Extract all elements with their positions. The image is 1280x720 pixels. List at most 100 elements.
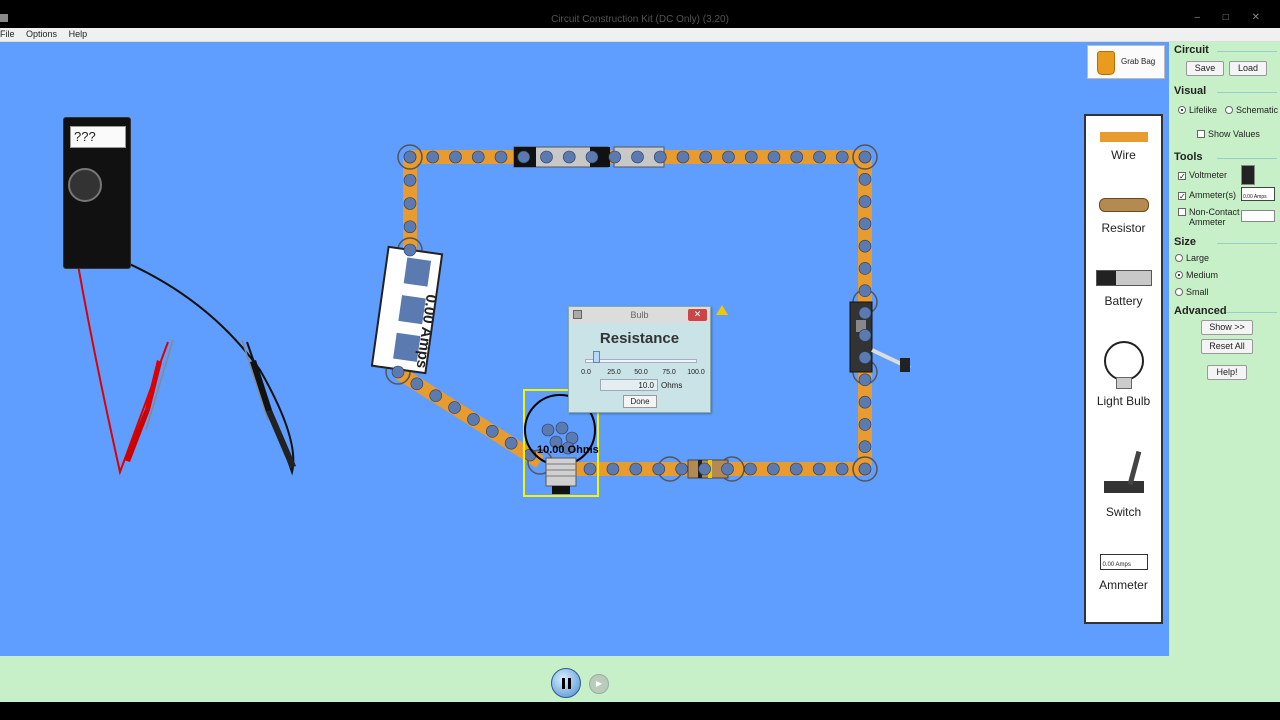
checkbox-icon [1197, 130, 1205, 138]
lifelike-label: Lifelike [1189, 105, 1218, 115]
reset-all-button[interactable]: Reset All [1201, 339, 1253, 354]
size-small-radio[interactable]: Small [1175, 287, 1209, 297]
resistance-slider-track[interactable] [585, 359, 697, 363]
menu-options[interactable]: Options [26, 28, 57, 41]
resistor-icon [1098, 198, 1149, 212]
menu-help[interactable]: Help [69, 28, 88, 41]
noncontact-checkbox[interactable]: Non-Contact Ammeter [1178, 207, 1240, 227]
dialog-title-bar[interactable]: Bulb ✕ [569, 307, 710, 323]
noncontact-thumb-icon [1241, 210, 1275, 222]
electron [675, 462, 688, 476]
show-advanced-button[interactable]: Show >> [1201, 320, 1253, 335]
schematic-label: Schematic [1236, 105, 1279, 115]
voltmeter-checkbox[interactable]: ✓ Voltmeter [1178, 170, 1228, 181]
toolbox-battery[interactable]: Battery [1086, 268, 1161, 308]
size-medium-label: Medium [1186, 270, 1219, 280]
toolbox-switch-label: Switch [1105, 505, 1142, 519]
electron [485, 424, 499, 438]
electron [858, 373, 872, 387]
toolbox-light-bulb-label: Light Bulb [1096, 394, 1151, 408]
electron [699, 150, 713, 164]
done-button[interactable]: Done [623, 395, 657, 408]
electron [858, 172, 872, 186]
pause-button[interactable] [551, 668, 581, 698]
electron [767, 462, 780, 476]
step-button[interactable]: ▶ [589, 674, 609, 694]
electron [744, 150, 758, 164]
electron [858, 328, 872, 342]
dialog-close-button[interactable]: ✕ [688, 309, 707, 321]
resistance-slider-thumb[interactable] [593, 351, 601, 363]
size-medium-radio[interactable]: Medium [1175, 270, 1218, 280]
electron [790, 150, 804, 164]
menu-file[interactable]: File [0, 28, 15, 41]
checkbox-icon [1178, 208, 1186, 216]
electron [403, 197, 417, 210]
save-button[interactable]: Save [1186, 61, 1224, 76]
grab-bag-button[interactable]: Grab Bag [1087, 45, 1165, 79]
toolbox-ammeter[interactable]: 0.00 Amps Ammeter [1086, 552, 1161, 592]
radio-icon [1175, 271, 1183, 279]
divider [1217, 51, 1277, 52]
electron [555, 421, 569, 435]
tools-section-title: Tools [1174, 151, 1203, 163]
voltmeter-label: Voltmeter [1189, 170, 1228, 180]
black-probe[interactable] [241, 339, 296, 468]
bulb-resistance-label: 10.00 Ohms [537, 444, 599, 456]
electron [426, 150, 440, 164]
electron [517, 150, 531, 164]
schematic-radio[interactable]: Schematic [1225, 105, 1278, 115]
resistance-unit: Ohms [661, 381, 683, 390]
electron [608, 150, 622, 164]
toolbox-light-bulb[interactable]: Light Bulb [1086, 341, 1161, 408]
red-probe[interactable] [124, 339, 174, 462]
switch-icon [1102, 450, 1146, 495]
voltmeter-thumb-icon [1241, 165, 1255, 185]
multimeter-dial[interactable] [68, 168, 102, 202]
tick-label: 25.0 [607, 369, 621, 376]
electron [429, 389, 443, 403]
resistance-value-field[interactable]: 10.0 [600, 379, 658, 391]
divider [1217, 92, 1277, 93]
electron [629, 462, 643, 476]
load-button[interactable]: Load [1229, 61, 1267, 76]
ammeters-label: Ammeter(s) [1189, 190, 1236, 200]
ammeters-checkbox[interactable]: ✓ Ammeter(s) [1178, 190, 1236, 201]
tick-label: 0.0 [581, 369, 591, 376]
toolbox-resistor-label: Resistor [1101, 221, 1146, 235]
menu-bar: File Options Help [0, 28, 1280, 42]
multimeter-display: ??? [70, 126, 126, 148]
warning-icon [716, 305, 728, 315]
visual-section-title: Visual [1174, 85, 1207, 97]
divider [1226, 312, 1277, 313]
toolbox-switch[interactable]: Switch [1086, 450, 1161, 519]
lifelike-radio[interactable]: Lifelike [1178, 105, 1217, 115]
light-bulb-icon [1103, 341, 1144, 381]
size-large-radio[interactable]: Large [1175, 253, 1209, 263]
ammeter-thumb-icon: 0.00 Amps [1241, 187, 1275, 201]
electron [858, 440, 872, 454]
tick-label: 100.0 [687, 369, 705, 376]
tick-label: 50.0 [634, 369, 648, 376]
circuit-section-title: Circuit [1174, 44, 1209, 56]
wire-icon [1099, 132, 1148, 142]
electron [631, 150, 644, 164]
electron [448, 401, 461, 414]
black-lead-wire [124, 261, 295, 476]
electron [403, 220, 417, 234]
toolbox-resistor[interactable]: Resistor [1086, 196, 1161, 235]
show-values-label: Show Values [1208, 129, 1260, 139]
control-panel: Circuit Save Load Visual Lifelike Schema… [1169, 42, 1280, 656]
electron [858, 462, 872, 476]
electron [403, 150, 417, 164]
radio-icon [1175, 254, 1183, 262]
noncontact-label-line2: Ammeter [1189, 217, 1226, 227]
help-button[interactable]: Help! [1207, 365, 1247, 380]
bag-icon [1097, 51, 1115, 75]
toolbox-battery-label: Battery [1104, 294, 1143, 308]
window-controls[interactable]: – □ ✕ [1194, 12, 1270, 23]
electron [858, 195, 872, 208]
grab-bag-label: Grab Bag [1121, 57, 1156, 66]
toolbox-wire[interactable]: Wire [1086, 130, 1161, 162]
show-values-checkbox[interactable]: Show Values [1197, 129, 1260, 139]
